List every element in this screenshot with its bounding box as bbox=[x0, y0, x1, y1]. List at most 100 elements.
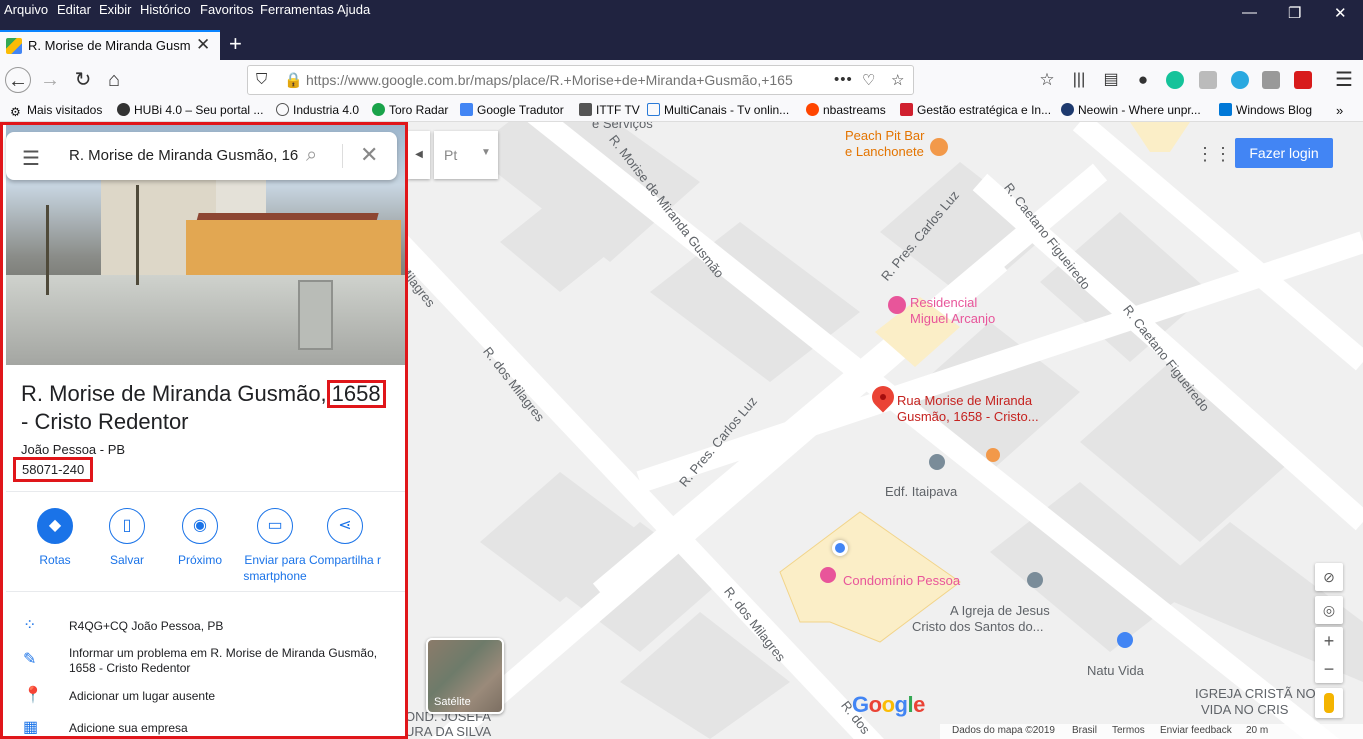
poi-pin-2[interactable]: Gusmão, 1658 - Cristo... bbox=[897, 409, 1039, 425]
back-icon[interactable]: ← bbox=[5, 67, 31, 93]
action-proximo[interactable]: ◉ Próximo bbox=[162, 508, 238, 568]
transit-icon: Pt bbox=[444, 147, 458, 163]
extension-b-icon[interactable] bbox=[1231, 71, 1249, 89]
compass-icon[interactable]: ⊘ bbox=[1315, 563, 1343, 591]
hamburger-menu-icon[interactable]: ☰ bbox=[1331, 67, 1357, 93]
home-icon[interactable]: ⌂ bbox=[101, 67, 127, 93]
location-pin-center-icon bbox=[880, 394, 886, 400]
menu-favoritos[interactable]: Favoritos bbox=[200, 2, 253, 17]
url-text[interactable]: https://www.google.com.br/maps/place/R.+… bbox=[306, 72, 826, 88]
satellite-toggle[interactable]: Satélite bbox=[426, 638, 504, 714]
hotel-icon-2[interactable] bbox=[820, 567, 836, 583]
poi-condominio[interactable]: Condomínio Pessoa bbox=[843, 573, 960, 589]
zoom-in-icon[interactable]: + bbox=[1315, 627, 1343, 655]
church-icon[interactable] bbox=[1027, 572, 1043, 588]
poi-igreja-crista-1[interactable]: IGREJA CRISTÃ NO bbox=[1195, 686, 1316, 702]
google-logo: Google bbox=[852, 692, 925, 717]
shop-icon[interactable] bbox=[1117, 632, 1133, 648]
bar-icon[interactable] bbox=[986, 448, 1000, 462]
poi-peach-pit-1[interactable]: Peach Pit Bar bbox=[845, 128, 925, 144]
extension-m-icon[interactable] bbox=[1199, 71, 1217, 89]
action-enviar[interactable]: ▭ Enviar para smartphone bbox=[237, 508, 313, 584]
add-business-icon: ▦ bbox=[23, 719, 39, 736]
menu-ferramentas[interactable]: Ferramentas bbox=[260, 2, 334, 17]
grammarly-icon[interactable] bbox=[1166, 71, 1184, 89]
plus-code[interactable]: R4QG+CQ João Pessoa, PB bbox=[69, 619, 389, 634]
lock-icon[interactable]: 🔒 bbox=[284, 71, 303, 89]
restore-icon[interactable]: ❐ bbox=[1288, 4, 1301, 22]
bookmark-windows-blog[interactable]: Windows Blog bbox=[1219, 103, 1312, 117]
pocket-icon[interactable]: ♡ bbox=[862, 71, 875, 89]
clear-search-icon[interactable]: ✕ bbox=[360, 142, 378, 168]
pegman-icon[interactable] bbox=[1315, 688, 1343, 718]
tab-close-icon[interactable]: ✕ bbox=[196, 35, 210, 55]
collapse-panel-button[interactable]: ◀ bbox=[408, 131, 430, 179]
bookmark-google-tradutor[interactable]: Google Tradutor bbox=[460, 103, 564, 117]
search-box[interactable]: ☰ R. Morise de Miranda Gusmão, 1658 ⌕ ✕ bbox=[6, 132, 397, 180]
minimize-icon[interactable]: — bbox=[1242, 4, 1257, 21]
footer-feedback[interactable]: Enviar feedback bbox=[1160, 725, 1232, 736]
footer-terms[interactable]: Termos bbox=[1112, 725, 1145, 736]
place-cep-highlight: 58071-240 bbox=[13, 457, 94, 482]
menu-ajuda[interactable]: Ajuda bbox=[337, 2, 370, 17]
place-marker-icon[interactable] bbox=[929, 454, 945, 470]
globe-icon bbox=[276, 103, 289, 116]
my-location-icon[interactable]: ◎ bbox=[1315, 596, 1343, 624]
menu-exibir[interactable]: Exibir bbox=[99, 2, 132, 17]
menu-editar[interactable]: Editar bbox=[57, 2, 91, 17]
close-window-icon[interactable]: ✕ bbox=[1334, 4, 1347, 22]
tab-maps[interactable]: R. Morise de Miranda Gusmão, ✕ bbox=[0, 30, 220, 60]
bookmark-ittf-tv[interactable]: ITTF TV bbox=[579, 103, 640, 117]
action-rotas[interactable]: ◆ Rotas bbox=[17, 508, 93, 568]
forward-icon[interactable]: → bbox=[37, 67, 63, 93]
poi-servicos[interactable]: e Serviços bbox=[592, 122, 653, 132]
poi-igreja-crista-2[interactable]: VIDA NO CRIS bbox=[1201, 702, 1288, 718]
sidebar-icon[interactable]: ▤ bbox=[1098, 67, 1124, 93]
bookmark-toro-radar[interactable]: Toro Radar bbox=[372, 103, 448, 117]
bookmark-star-icon[interactable]: ☆ bbox=[891, 71, 904, 89]
poi-pin-1[interactable]: Rua Morise de Miranda bbox=[897, 393, 1032, 409]
reading-list-icon[interactable]: ☆ bbox=[1034, 67, 1060, 93]
new-tab-button[interactable]: + bbox=[229, 31, 242, 57]
extension-red-icon[interactable] bbox=[1294, 71, 1312, 89]
layers-toggle[interactable]: Pt ▼ bbox=[434, 131, 498, 179]
footer-country[interactable]: Brasil bbox=[1072, 725, 1097, 736]
bookmark-gestao[interactable]: Gestão estratégica e In... bbox=[900, 103, 1051, 117]
poi-residencial-1[interactable]: Residencial bbox=[910, 295, 977, 311]
add-business-link[interactable]: Adicione sua empresa bbox=[69, 721, 389, 736]
poi-residencial-2[interactable]: Miguel Arcanjo bbox=[910, 311, 995, 327]
restaurant-icon[interactable] bbox=[930, 138, 948, 156]
bookmark-nbastreams[interactable]: nbastreams bbox=[806, 103, 886, 117]
bookmark-mais-visitados[interactable]: ⚙ Mais visitados bbox=[10, 103, 102, 119]
poi-itaipava[interactable]: Edf. Itaipava bbox=[885, 484, 957, 500]
search-input[interactable]: R. Morise de Miranda Gusmão, 1658 bbox=[69, 147, 299, 164]
menu-arquivo[interactable]: Arquivo bbox=[4, 2, 48, 17]
bookmark-multicanais[interactable]: MultiCanais - Tv onlin... bbox=[647, 103, 789, 117]
reload-icon[interactable]: ↻ bbox=[70, 67, 96, 93]
search-icon[interactable]: ⌕ bbox=[306, 144, 317, 167]
report-problem-link[interactable]: Informar um problema em R. Morise de Mir… bbox=[69, 646, 389, 676]
action-compartilhar[interactable]: ⋖ Compartilha r bbox=[308, 508, 382, 568]
bookmark-hubi[interactable]: HUBi 4.0 – Seu portal ... bbox=[117, 103, 263, 117]
account-icon[interactable]: ● bbox=[1130, 67, 1156, 93]
poi-igreja-2[interactable]: Cristo dos Santos do... bbox=[912, 619, 1044, 635]
menu-icon[interactable]: ☰ bbox=[22, 146, 40, 171]
bookmark-industria[interactable]: Industria 4.0 bbox=[276, 103, 359, 117]
shield-icon[interactable]: ⛉ bbox=[256, 71, 267, 88]
my-location-dot bbox=[832, 540, 848, 556]
zoom-out-icon[interactable]: − bbox=[1315, 655, 1343, 683]
url-bar[interactable]: ⛉ 🔒 https://www.google.com.br/maps/place… bbox=[247, 65, 914, 95]
bookmarks-overflow-icon[interactable]: » bbox=[1336, 103, 1343, 118]
action-salvar[interactable]: ▯ Salvar bbox=[89, 508, 165, 568]
add-place-link[interactable]: Adicionar um lugar ausente bbox=[69, 689, 389, 704]
poi-peach-pit-2[interactable]: e Lanchonete bbox=[845, 144, 924, 160]
library-icon[interactable]: ||| bbox=[1066, 67, 1092, 93]
poi-igreja-1[interactable]: A Igreja de Jesus bbox=[950, 603, 1050, 619]
menu-historico[interactable]: Histórico bbox=[140, 2, 191, 17]
login-button[interactable]: Fazer login bbox=[1235, 138, 1333, 168]
poi-natu-vida[interactable]: Natu Vida bbox=[1087, 663, 1144, 679]
page-actions-icon[interactable]: ••• bbox=[834, 71, 853, 88]
hotel-icon[interactable] bbox=[888, 296, 906, 314]
bookmark-neowin[interactable]: Neowin - Where unpr... bbox=[1061, 103, 1201, 117]
extension-k-icon[interactable] bbox=[1262, 71, 1280, 89]
